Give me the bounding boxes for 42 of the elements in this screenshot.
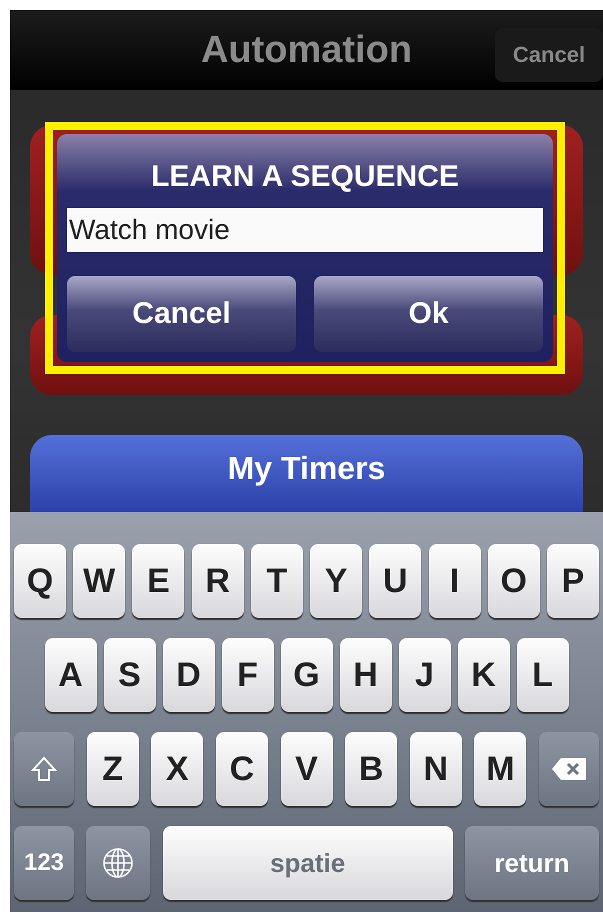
backspace-key[interactable] [539,732,599,806]
key[interactable]: S [104,638,156,712]
key[interactable]: A [44,638,96,712]
key[interactable]: Y [310,544,362,618]
backspace-icon [551,757,587,781]
navigation-title: Automation [200,28,412,72]
return-key[interactable]: return [464,826,599,900]
numbers-key[interactable]: 123 [14,826,74,900]
shift-key[interactable] [14,732,74,806]
key[interactable]: E [132,544,184,618]
key[interactable]: D [162,638,214,712]
key[interactable]: W [73,544,126,618]
key[interactable]: I [428,544,481,618]
dialog-button[interactable]: Cancel [67,276,296,352]
key[interactable]: L [516,638,568,712]
globe-icon [102,847,134,879]
key[interactable]: Z [86,732,139,806]
key[interactable]: R [192,544,244,618]
key[interactable]: M [474,732,526,806]
key[interactable]: V [280,732,332,806]
key[interactable]: P [546,544,599,618]
shift-icon [31,756,57,782]
key[interactable]: K [458,638,510,712]
key[interactable]: B [345,732,398,806]
key[interactable]: N [410,732,462,806]
key[interactable]: G [280,638,332,712]
dialog-title: LEARN A SEQUENCE [151,160,459,194]
key[interactable]: U [369,544,422,618]
key[interactable]: C [216,732,268,806]
key[interactable]: H [340,638,392,712]
space-key[interactable]: spatie [162,826,453,900]
menu-button[interactable]: My Timers [30,435,583,512]
key[interactable]: Q [14,544,66,618]
key[interactable]: T [250,544,303,618]
key[interactable]: X [151,732,204,806]
cancel-button[interactable]: Cancel [495,28,603,82]
dialog-button[interactable]: Ok [314,276,543,352]
key[interactable]: J [398,638,450,712]
key[interactable]: F [222,638,274,712]
key[interactable]: O [488,544,540,618]
globe-key[interactable] [86,826,150,900]
input-field[interactable]: Watch movie [67,208,543,252]
